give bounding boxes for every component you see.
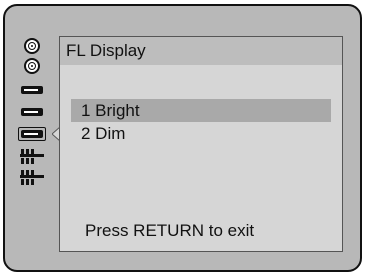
fl-display-panel: FL Display 1 Bright 2 Dim Press RETURN t… <box>59 36 343 252</box>
disc-icon[interactable] <box>24 38 40 54</box>
deck-icon[interactable] <box>21 86 43 94</box>
av-jacks-icon[interactable] <box>19 148 45 165</box>
panel-title: FL Display <box>60 37 342 65</box>
av-jacks-icon[interactable] <box>19 169 45 186</box>
footer-hint: Press RETURN to exit <box>85 221 255 240</box>
deck-icon-selected[interactable] <box>18 127 46 141</box>
menu-item-bright[interactable]: 1 Bright <box>71 99 331 122</box>
fl-display-menu: 1 Bright 2 Dim <box>60 99 342 145</box>
menu-item-dim[interactable]: 2 Dim <box>71 122 331 145</box>
disc-icon[interactable] <box>24 58 40 74</box>
deck-icon[interactable] <box>21 108 43 116</box>
